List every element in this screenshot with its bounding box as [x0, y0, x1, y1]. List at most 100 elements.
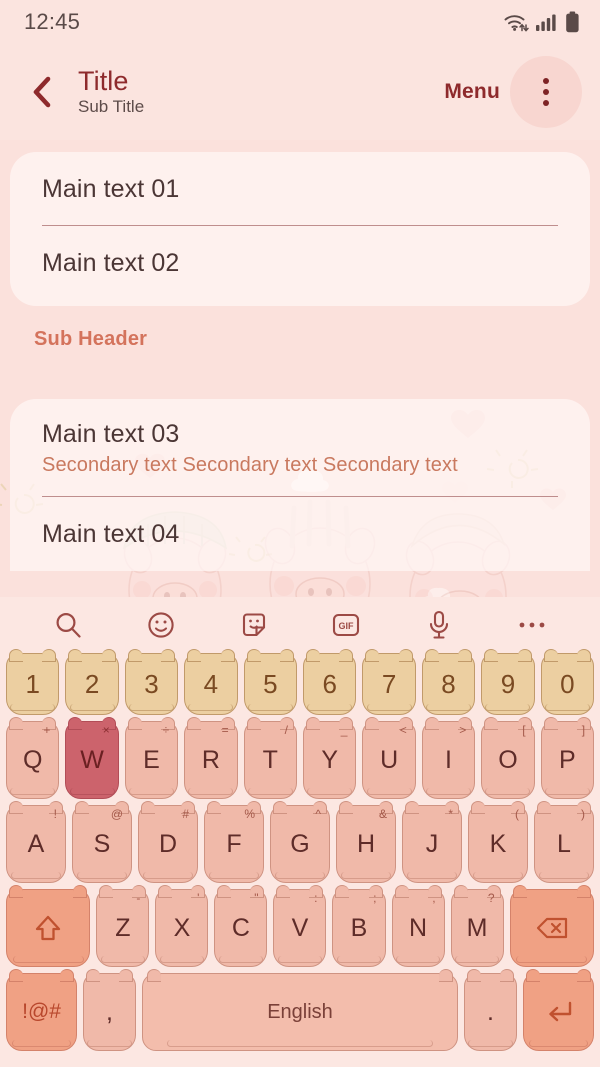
symbols-key[interactable]: !@# — [6, 969, 78, 1051]
key-paw-detail — [426, 704, 471, 711]
key-2[interactable]: 2 — [65, 649, 119, 715]
key-paw-detail — [366, 704, 412, 711]
key-q[interactable]: + Q — [5, 717, 60, 799]
key-paw-detail — [218, 956, 264, 963]
key-secondary-label: ) — [581, 807, 585, 821]
list-item-secondary-text: Secondary text Secondary text Secondary … — [42, 453, 458, 476]
backspace-key[interactable] — [509, 885, 594, 967]
key-s[interactable]: @ S — [72, 801, 132, 883]
key-9[interactable]: 9 — [481, 649, 535, 715]
signal-icon — [536, 14, 556, 31]
key-k[interactable]: (K — [468, 801, 528, 883]
key-i[interactable]: > I — [421, 717, 476, 799]
key-w[interactable]: × W — [65, 717, 119, 799]
back-button[interactable] — [22, 72, 62, 112]
key-n[interactable]: ,N — [391, 885, 445, 967]
key-b[interactable]: ; B — [332, 885, 386, 967]
comma-key[interactable]: , — [83, 969, 136, 1051]
key-1[interactable]: 1 — [5, 649, 60, 715]
key-secondary-label: " — [254, 891, 259, 905]
key-7[interactable]: 7 — [362, 649, 416, 715]
key-label: I — [445, 745, 452, 774]
key-l[interactable]: ) L — [534, 801, 594, 883]
key-secondary-label: & — [378, 807, 387, 821]
key-8[interactable]: 8 — [421, 649, 476, 715]
space-key-label: English — [267, 1000, 333, 1023]
key-paw-detail — [340, 872, 392, 879]
shift-key[interactable] — [6, 885, 91, 967]
key-label: R — [201, 745, 220, 774]
emoji-icon[interactable] — [139, 603, 183, 647]
enter-key[interactable] — [522, 969, 594, 1051]
gif-icon[interactable]: GIF — [324, 603, 368, 647]
key-secondary-label: ? — [487, 891, 495, 905]
key-paw-detail — [188, 704, 234, 711]
list-item[interactable]: Main text 02 — [42, 226, 558, 300]
key-0[interactable]: 0 — [540, 649, 595, 715]
key-h[interactable]: & H — [336, 801, 396, 883]
list-item[interactable]: Main text 03 Secondary text Secondary te… — [42, 399, 558, 497]
key-paw-detail — [307, 788, 353, 795]
key-label: Q — [22, 745, 43, 774]
comma-key-label: , — [106, 997, 113, 1026]
key-secondary-label: ; — [373, 891, 377, 905]
key-m[interactable]: ? M — [450, 885, 504, 967]
more-horizontal-icon[interactable] — [510, 603, 554, 647]
key-c[interactable]: " C — [214, 885, 268, 967]
key-f[interactable]: % F — [204, 801, 264, 883]
key-label: 9 — [500, 668, 516, 699]
key-z[interactable]: -Z — [96, 885, 150, 967]
svg-text:GIF: GIF — [339, 621, 355, 631]
space-key[interactable]: English — [141, 969, 459, 1051]
microphone-icon[interactable] — [417, 603, 461, 647]
search-icon[interactable] — [46, 603, 90, 647]
key-r[interactable]: = R — [184, 717, 238, 799]
key-u[interactable]: < U — [362, 717, 416, 799]
key-label: K — [489, 829, 507, 858]
key-x[interactable]: ' X — [155, 885, 209, 967]
key-label: 4 — [203, 668, 219, 699]
list-item[interactable]: Main text 04 — [42, 497, 558, 571]
chevron-left-icon — [33, 76, 51, 108]
key-p[interactable]: ] P — [540, 717, 595, 799]
key-paw-detail — [366, 788, 412, 795]
key-label: A — [27, 829, 45, 858]
key-secondary-label: + — [43, 723, 51, 737]
key-3[interactable]: 3 — [124, 649, 179, 715]
overflow-menu-button[interactable] — [510, 56, 582, 128]
symbols-key-label: !@# — [22, 1000, 61, 1023]
key-a[interactable]: ! A — [6, 801, 66, 883]
key-label: 7 — [381, 668, 397, 699]
key-5[interactable]: 5 — [243, 649, 297, 715]
key-secondary-label: ÷ — [162, 723, 170, 737]
period-key-label: . — [487, 997, 494, 1026]
key-paw-detail — [336, 956, 382, 963]
sticker-icon[interactable] — [232, 603, 276, 647]
key-g[interactable]: ^ G — [270, 801, 330, 883]
key-secondary-label: / — [284, 723, 288, 737]
more-vertical-icon-dot — [543, 78, 549, 84]
key-v[interactable]: :V — [273, 885, 327, 967]
key-6[interactable]: 6 — [303, 649, 357, 715]
status-clock: 12:45 — [24, 9, 81, 34]
key-secondary-label: × — [102, 723, 110, 737]
key-o[interactable]: [O — [481, 717, 535, 799]
list-item[interactable]: Main text 01 — [42, 152, 558, 226]
key-paw-detail — [159, 956, 205, 963]
key-secondary-label: ' — [197, 891, 200, 905]
key-secondary-label: _ — [340, 723, 348, 737]
key-j[interactable]: * J — [402, 801, 462, 883]
key-t[interactable]: / T — [243, 717, 297, 799]
key-label: 2 — [84, 668, 100, 699]
key-e[interactable]: ÷ E — [124, 717, 179, 799]
period-key[interactable]: . — [464, 969, 517, 1051]
key-4[interactable]: 4 — [184, 649, 238, 715]
key-secondary-label: > — [459, 723, 467, 737]
list-item-main-text: Main text 03 — [42, 419, 180, 448]
app-bar: Title Sub Title Menu — [0, 44, 600, 140]
key-label: U — [380, 745, 399, 774]
key-secondary-label: ( — [515, 807, 519, 821]
key-y[interactable]: _ Y — [303, 717, 357, 799]
key-d[interactable]: # D — [138, 801, 198, 883]
menu-button[interactable]: Menu — [444, 80, 500, 104]
